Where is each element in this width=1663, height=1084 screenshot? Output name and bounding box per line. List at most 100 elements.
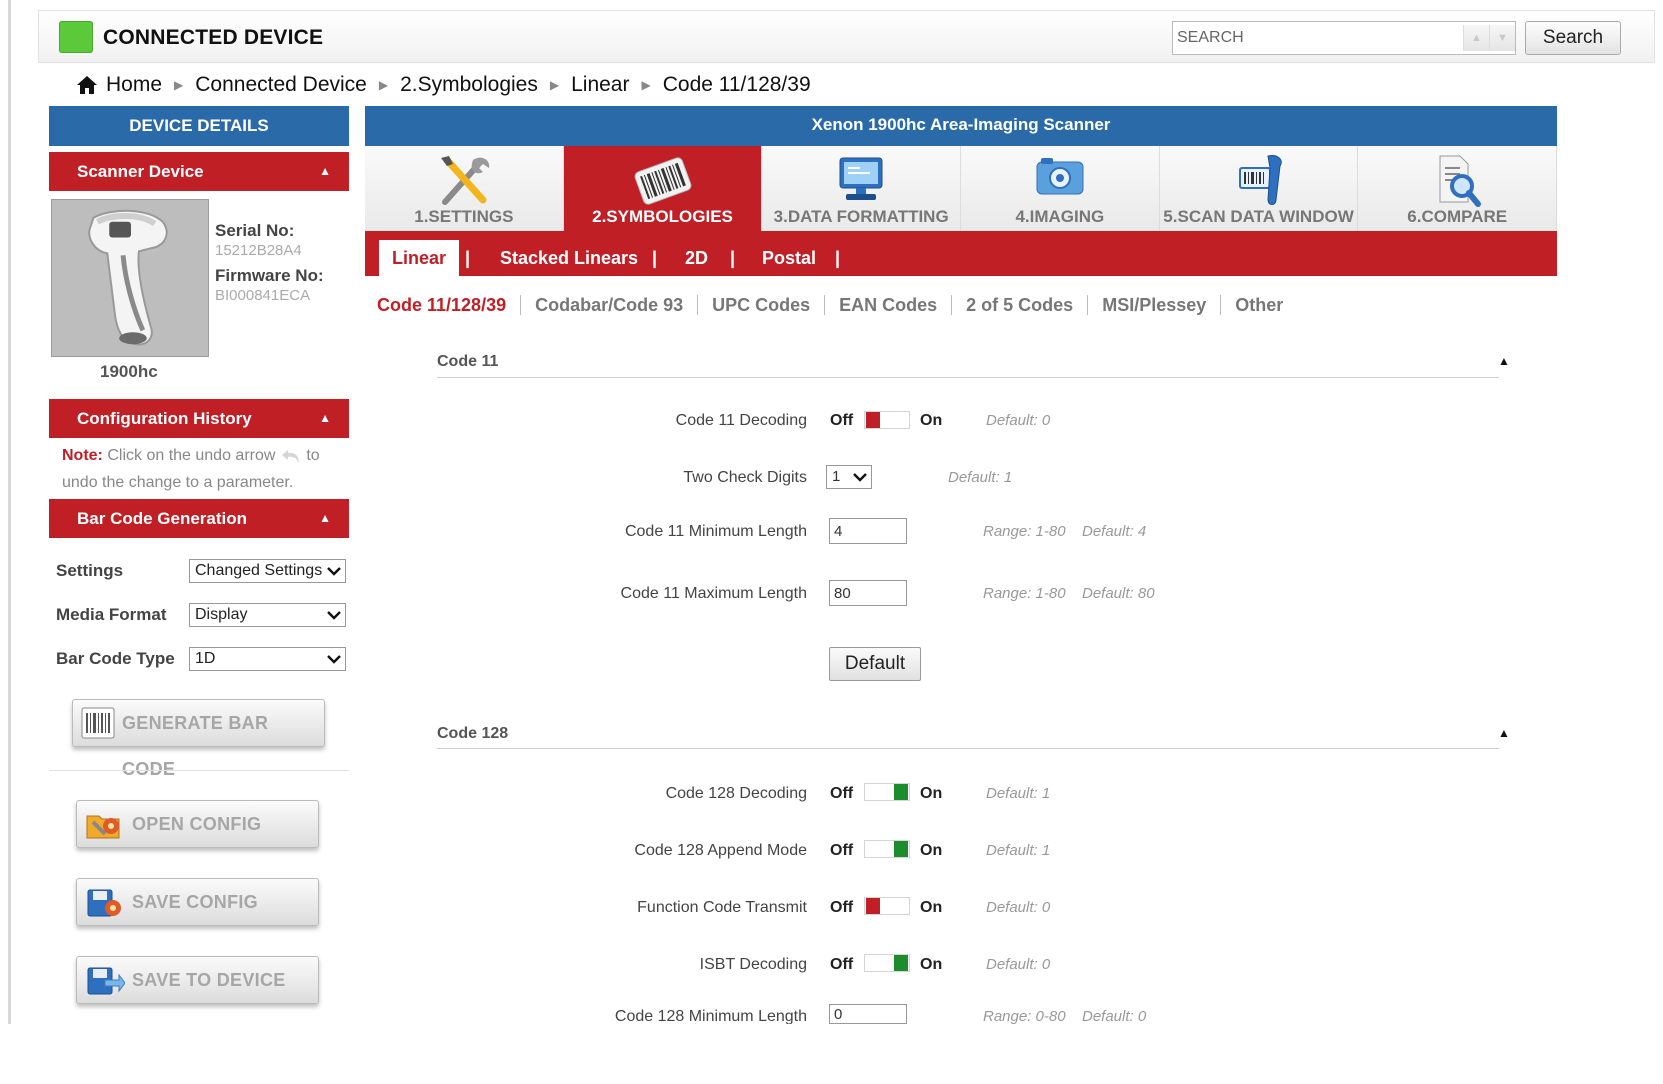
main-tab-bar: 1.SETTINGS 2.SYMBOLOGIES 3.DATA FORMATTI… [365, 146, 1558, 231]
breadcrumb-connected-device[interactable]: Connected Device [195, 73, 367, 97]
function-code-transmit-toggle[interactable] [864, 897, 910, 915]
generate-barcode-button[interactable]: GENERATE BAR CODE [72, 699, 325, 779]
config-history-header[interactable]: Configuration History ▲ [49, 399, 349, 438]
collapse-arrow-icon[interactable]: ▲ [1498, 354, 1510, 368]
firmware-label: Firmware No: [215, 266, 324, 285]
tab-separator [1087, 295, 1089, 315]
default-value: Default: 4 [1082, 523, 1147, 540]
breadcrumb-arrow-icon: ▶ [378, 78, 389, 92]
default-button[interactable]: Default [829, 647, 921, 681]
device-name-title: Xenon 1900hc Area-Imaging Scanner [365, 106, 1557, 146]
media-format-label: Media Format [56, 605, 167, 624]
tab-symbologies[interactable]: 2.SYMBOLOGIES [563, 146, 763, 231]
device-details-header: DEVICE DETAILS [49, 106, 349, 146]
on-label: On [920, 956, 943, 973]
code-128-decoding-toggle[interactable] [864, 783, 910, 801]
tab-settings[interactable]: 1.SETTINGS [365, 146, 564, 231]
chevron-down-icon [327, 567, 341, 576]
subtab-2d[interactable]: 2D [685, 240, 708, 276]
settings-select[interactable]: Changed Settings [189, 559, 346, 583]
settings-select-value: Changed Settings [195, 562, 323, 579]
breadcrumb-linear[interactable]: Linear [571, 73, 629, 97]
save-to-device-icon [87, 967, 125, 995]
monitor-icon [839, 157, 883, 200]
save-to-device-button[interactable]: SAVE TO DEVICE [76, 956, 319, 1004]
function-code-transmit-label: Function Code Transmit [637, 899, 807, 916]
tab-imaging-label: 4.IMAGING [1015, 207, 1105, 226]
off-label: Off [830, 842, 854, 859]
collapse-arrow-icon[interactable]: ▲ [1498, 726, 1510, 740]
tab-scan-data-window[interactable]: 5.SCAN DATA WINDOW [1159, 146, 1359, 231]
subtab-postal[interactable]: Postal [762, 240, 816, 276]
barcode-icon [634, 157, 691, 205]
two-check-digits-label: Two Check Digits [683, 469, 807, 486]
breadcrumb-symbologies[interactable]: 2.Symbologies [400, 73, 538, 97]
collapse-arrow-icon[interactable]: ▲ [319, 499, 331, 538]
collapse-arrow-icon[interactable]: ▲ [319, 399, 331, 438]
toggle-knob [866, 412, 880, 428]
chevron-down-icon [853, 473, 867, 482]
two-check-digits-select[interactable]: 1 [826, 465, 872, 489]
subtab-bar: Linear | Stacked Linears | 2D | Postal | [365, 231, 1557, 276]
serial-label: Serial No: [215, 221, 295, 240]
code-11-decoding-toggle[interactable] [864, 411, 910, 429]
tab-codabar-code-93[interactable]: Codabar/Code 93 [535, 295, 683, 316]
collapse-arrow-icon[interactable]: ▲ [319, 152, 331, 191]
symbology-group-tabs: Code 11/128/39 Codabar/Code 93 UPC Codes… [377, 292, 1283, 318]
subtab-linear[interactable]: Linear [379, 240, 459, 276]
top-header: CONNECTED DEVICE ▲ ▼ Search [38, 10, 1655, 63]
tab-other[interactable]: Other [1235, 295, 1283, 316]
open-config-button[interactable]: OPEN CONFIG [76, 800, 319, 848]
breadcrumb-home[interactable]: Home [106, 73, 162, 97]
subtab-separator: | [730, 248, 736, 268]
code-128-min-length-input[interactable] [829, 1004, 907, 1024]
save-config-icon [87, 889, 121, 917]
tab-symbologies-label: 2.SYMBOLOGIES [592, 207, 733, 226]
app-title: CONNECTED DEVICE [103, 26, 324, 49]
search-button[interactable]: Search [1525, 21, 1621, 55]
home-icon[interactable] [76, 74, 98, 96]
default-value: Default: 1 [986, 842, 1051, 859]
isbt-decoding-toggle[interactable] [864, 954, 910, 972]
open-config-label: OPEN CONFIG [132, 814, 262, 834]
search-input[interactable] [1173, 22, 1461, 54]
undo-arrow-icon [281, 449, 299, 463]
default-value: Default: 0 [986, 412, 1051, 429]
save-config-label: SAVE CONFIG [132, 892, 258, 912]
subtab-stacked-linears[interactable]: Stacked Linears [500, 240, 638, 276]
tab-compare[interactable]: 6.COMPARE [1358, 146, 1558, 231]
range-value: Range: 1-80 [983, 523, 1066, 540]
subtab-separator: | [835, 248, 841, 268]
save-config-button[interactable]: SAVE CONFIG [76, 878, 319, 926]
tab-separator [520, 295, 522, 315]
tab-msi-plessey[interactable]: MSI/Plessey [1102, 295, 1206, 316]
media-format-select[interactable]: Display [189, 603, 346, 627]
two-check-digits-value: 1 [832, 468, 841, 485]
scanner-device-header[interactable]: Scanner Device ▲ [49, 152, 349, 191]
tab-imaging[interactable]: 4.IMAGING [961, 146, 1160, 231]
settings-label: Settings [56, 561, 124, 580]
on-label: On [920, 842, 943, 859]
barcode-type-select[interactable]: 1D [189, 647, 346, 671]
tab-upc-codes[interactable]: UPC Codes [712, 295, 810, 316]
code-11-min-length-input[interactable] [829, 518, 907, 544]
toggle-knob [894, 784, 908, 800]
code-128-append-mode-toggle[interactable] [864, 840, 910, 858]
spin-up-icon[interactable]: ▲ [1463, 25, 1489, 51]
code-11-section-title: Code 11 [437, 353, 499, 370]
spin-down-icon[interactable]: ▼ [1489, 25, 1515, 51]
tools-icon [440, 156, 490, 205]
connection-status-led-icon [59, 21, 93, 53]
tab-data-formatting[interactable]: 3.DATA FORMATTING [762, 146, 962, 231]
scanner-icon [1238, 155, 1282, 205]
tab-data-formatting-label: 3.DATA FORMATTING [773, 207, 949, 226]
tab-ean-codes[interactable]: EAN Codes [839, 295, 937, 316]
tab-scan-data-window-label: 5.SCAN DATA WINDOW [1163, 207, 1354, 226]
tab-2-of-5-codes[interactable]: 2 of 5 Codes [966, 295, 1073, 316]
barcode-generation-header[interactable]: Bar Code Generation ▲ [49, 499, 349, 538]
code-11-max-length-input[interactable] [829, 580, 907, 606]
code-128-section-title: Code 128 [437, 725, 509, 742]
barcode-type-label: Bar Code Type [56, 649, 175, 668]
chevron-down-icon [327, 611, 341, 620]
tab-code-11-128-39[interactable]: Code 11/128/39 [377, 295, 506, 316]
